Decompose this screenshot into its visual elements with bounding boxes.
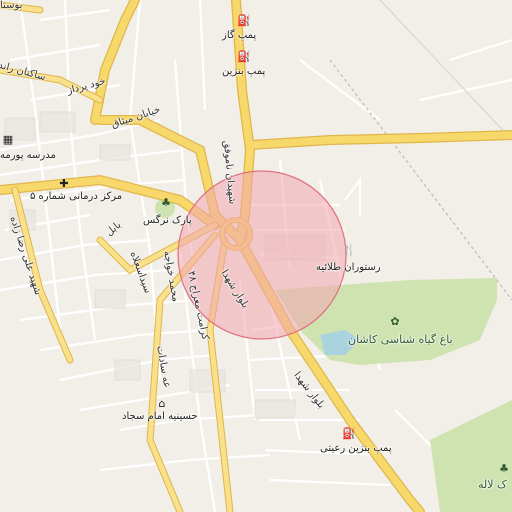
husseiniya-label: حسینیه امام سجاد [122,411,198,422]
mosque-icon[interactable]: ⌂ [156,397,168,410]
gas-station-label: پمپ بنزین [222,66,266,77]
map-view[interactable]: ⛽ ⛽ ⛽ 🍴 ✿ ♣ ♣ ✚ ▦ ⌂ پمپ گاز پمپ بنزین پم… [0,0,512,512]
flower-icon[interactable]: ✿ [389,315,401,328]
garden-label: باغ گیاه شناسی کاشان [348,333,453,346]
tree-icon[interactable]: ♣ [160,196,172,209]
clinic-label: مرکز درمانی شماره ۵ [30,191,123,202]
fuel-icon[interactable]: ⛽ [237,50,251,63]
park-narges-label: پارک نرگس [143,215,192,226]
top-left-label: بوستا [0,0,23,11]
school-icon[interactable]: ▦ [2,133,14,146]
school-label: مدرسه پورمه [0,150,56,161]
restaurant-label: رستوران طلائیه [316,262,381,273]
park-lale-label: ک لاله [478,478,507,491]
tree-icon[interactable]: ♣ [498,462,510,475]
clinic-icon[interactable]: ✚ [58,177,70,190]
gas-station-gas-label: پمپ گاز [222,30,257,41]
fuel-icon[interactable]: ⛽ [342,427,356,440]
fuel-icon[interactable]: ⛽ [237,14,251,27]
gas-station-raiati-label: پمپ بنزین رعیتی [320,443,392,454]
restaurant-icon[interactable]: 🍴 [342,244,356,257]
